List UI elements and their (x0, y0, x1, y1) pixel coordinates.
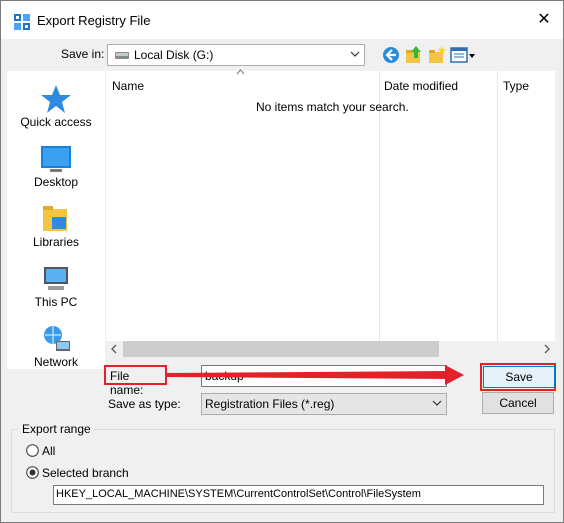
column-header-type[interactable]: Type (503, 79, 529, 93)
radio-selected-branch-label[interactable]: Selected branch (42, 466, 129, 480)
chevron-right-icon[interactable] (542, 344, 552, 354)
file-name-label: File name: (110, 369, 144, 397)
places-bar: Quick access Desktop Libraries This PC N… (7, 71, 105, 369)
export-range-title: Export range (19, 422, 94, 436)
column-header-name[interactable]: Name (112, 79, 144, 93)
dialog-title: Export Registry File (37, 13, 151, 28)
desktop-icon (41, 146, 71, 172)
radio-all-label[interactable]: All (42, 444, 55, 458)
radio-selected-branch[interactable] (26, 466, 39, 479)
save-in-value: Local Disk (G:) (134, 48, 214, 62)
libraries-icon (43, 206, 67, 231)
place-label: Desktop (33, 175, 79, 189)
close-icon: ✕ (537, 11, 551, 28)
registry-icon (14, 14, 30, 30)
up-folder-icon[interactable] (404, 45, 424, 65)
save-in-dropdown[interactable]: Local Disk (G:) (107, 44, 365, 66)
selected-branch-input[interactable]: HKEY_LOCAL_MACHINE\SYSTEM\CurrentControl… (53, 485, 544, 505)
chevron-down-icon (432, 400, 442, 406)
cancel-button[interactable]: Cancel (482, 392, 554, 414)
save-in-label: Save in: (61, 47, 105, 61)
place-label: Libraries (32, 235, 80, 249)
empty-message: No items match your search. (256, 100, 409, 114)
place-label: This PC (34, 295, 78, 309)
save-as-type-label: Save as type: (108, 397, 181, 411)
radio-all[interactable] (26, 444, 39, 457)
sort-caret-icon (236, 69, 245, 75)
export-registry-dialog: Export Registry File ✕ Save in: Local Di… (0, 0, 564, 523)
column-header-date-modified[interactable]: Date modified (384, 79, 458, 93)
drive-icon (115, 52, 129, 59)
horizontal-scrollbar[interactable] (106, 341, 555, 357)
chevron-down-icon (350, 51, 360, 57)
network-icon (44, 326, 70, 351)
selected-branch-value: HKEY_LOCAL_MACHINE\SYSTEM\CurrentControl… (56, 488, 421, 500)
computer-icon (44, 267, 68, 290)
file-name-value: backup (205, 369, 244, 383)
save-as-type-dropdown[interactable]: Registration Files (*.reg) (201, 393, 447, 415)
chevron-left-icon[interactable] (109, 344, 119, 354)
save-button[interactable]: Save (483, 366, 555, 388)
back-icon[interactable] (381, 45, 401, 65)
close-button[interactable]: ✕ (529, 7, 559, 33)
place-label: Quick access (20, 115, 92, 129)
place-libraries[interactable]: Libraries (7, 199, 105, 257)
place-this-pc[interactable]: This PC (7, 259, 105, 317)
file-list[interactable]: Name Date modified Type No items match y… (106, 69, 555, 357)
title-bar: Export Registry File ✕ (1, 1, 563, 39)
place-quick-access[interactable]: Quick access (7, 79, 105, 137)
file-name-input[interactable]: backup (201, 365, 447, 387)
star-icon (41, 85, 71, 113)
file-name-label-highlight: File name: (104, 365, 167, 397)
column-divider[interactable] (497, 71, 498, 343)
save-as-type-value: Registration Files (*.reg) (205, 397, 335, 411)
place-desktop[interactable]: Desktop (7, 139, 105, 197)
view-menu-icon[interactable] (450, 45, 476, 65)
place-label: Network (33, 355, 78, 369)
new-folder-icon[interactable] (427, 45, 447, 65)
scrollbar-thumb[interactable] (123, 341, 439, 357)
place-network[interactable]: Network (7, 319, 105, 377)
